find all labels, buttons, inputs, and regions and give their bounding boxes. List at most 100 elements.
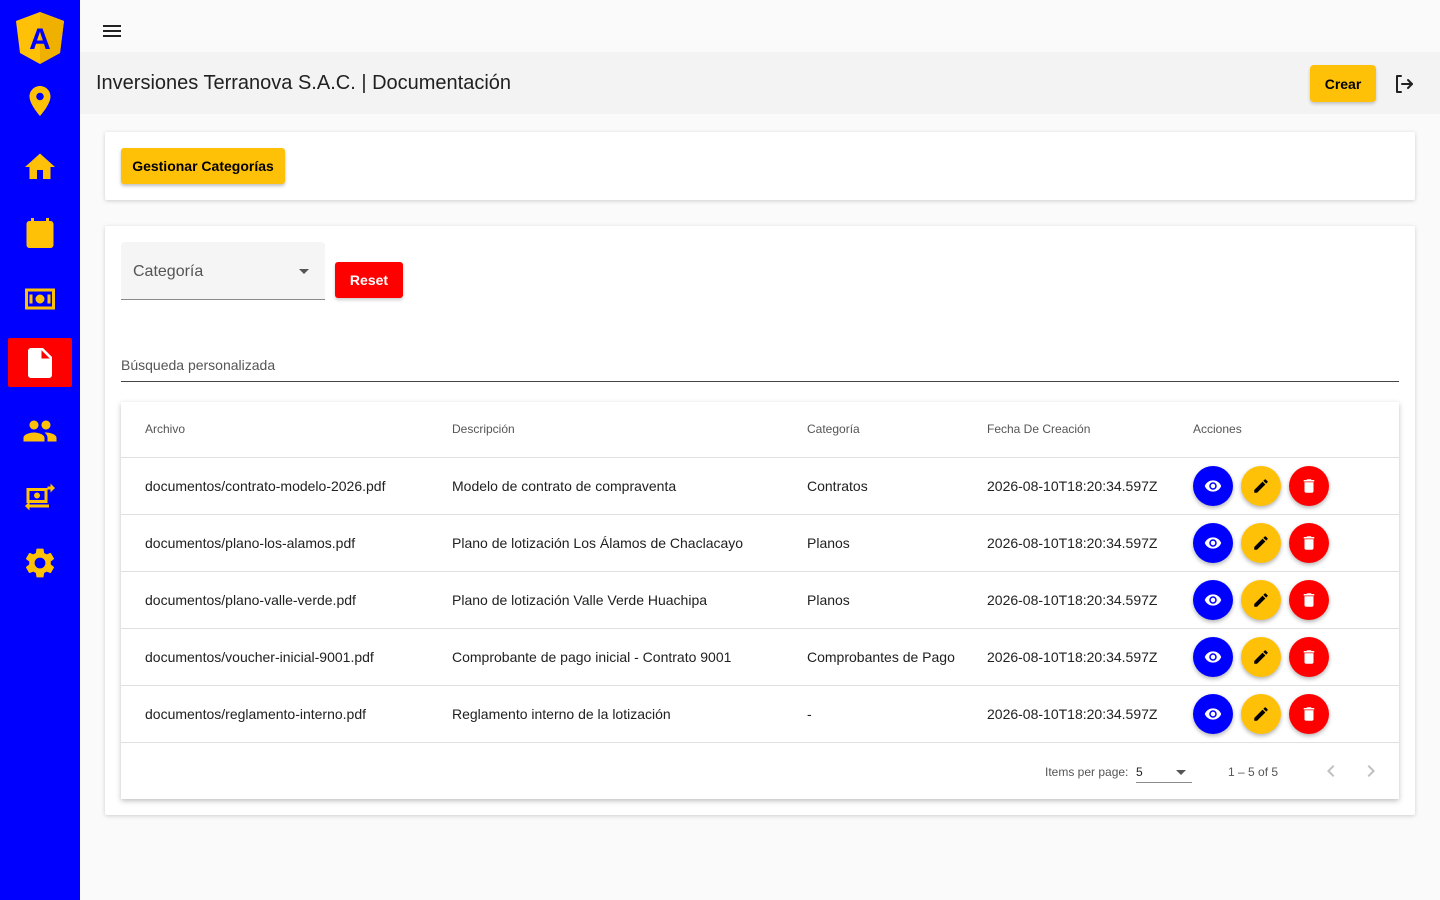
edit-button[interactable] xyxy=(1241,466,1281,506)
sidebar-item-users[interactable] xyxy=(8,406,72,455)
sidebar: A xyxy=(0,0,80,900)
page-header: Inversiones Terranova S.A.C. | Documenta… xyxy=(80,52,1440,114)
home-icon xyxy=(25,153,55,179)
next-page-button[interactable] xyxy=(1359,759,1383,783)
pencil-icon xyxy=(1252,705,1270,723)
column-header-archivo[interactable]: Archivo xyxy=(145,422,185,436)
chevron-down-icon xyxy=(1176,770,1186,775)
delete-button[interactable] xyxy=(1289,523,1329,563)
calendar-icon xyxy=(26,217,54,248)
edit-button[interactable] xyxy=(1241,694,1281,734)
cell-archivo: documentos/contrato-modelo-2026.pdf xyxy=(145,478,386,494)
money-icon xyxy=(25,288,55,309)
manage-categories-button[interactable]: Gestionar Categorías xyxy=(121,148,285,184)
pencil-icon xyxy=(1252,648,1270,666)
eye-icon xyxy=(1204,591,1222,609)
location-pin-icon xyxy=(29,85,51,116)
column-header-categoria[interactable]: Categoría xyxy=(807,422,860,436)
delete-button[interactable] xyxy=(1289,466,1329,506)
view-button[interactable] xyxy=(1193,637,1233,677)
column-header-descripcion[interactable]: Descripción xyxy=(452,422,515,436)
column-header-fecha[interactable]: Fecha De Creación xyxy=(987,422,1090,436)
row-actions xyxy=(1193,637,1329,677)
row-actions xyxy=(1193,523,1329,563)
trash-icon xyxy=(1300,591,1318,609)
search-input[interactable] xyxy=(121,348,1399,382)
categories-card: Gestionar Categorías xyxy=(105,132,1415,200)
cell-descripcion: Plano de lotización Valle Verde Huachipa xyxy=(452,592,708,608)
row-actions xyxy=(1193,694,1329,734)
table-row: documentos/voucher-inicial-9001.pdf Compr… xyxy=(121,629,1399,686)
documents-table: Archivo Descripción Categoría Fecha De C… xyxy=(121,402,1399,799)
cell-categoria: Planos xyxy=(807,535,850,551)
items-per-page-label: Items per page: xyxy=(1045,765,1129,779)
table-row: documentos/reglamento-interno.pdf Reglame… xyxy=(121,686,1399,743)
row-actions xyxy=(1193,580,1329,620)
cell-categoria: Planos xyxy=(807,592,850,608)
cell-fecha: 2026-08-10T18:20:34.597Z xyxy=(987,478,1158,494)
table-row: documentos/plano-los-alamos.pdf Plano de … xyxy=(121,515,1399,572)
category-select-label: Categoría xyxy=(133,263,204,280)
top-bar xyxy=(80,0,1440,52)
logout-icon[interactable] xyxy=(1392,72,1416,96)
gear-icon xyxy=(25,548,55,577)
items-per-page-select[interactable]: 5 xyxy=(1136,761,1192,783)
edit-button[interactable] xyxy=(1241,523,1281,563)
sidebar-item-locations[interactable] xyxy=(8,76,72,125)
category-select[interactable]: Categoría xyxy=(121,242,325,300)
cell-fecha: 2026-08-10T18:20:34.597Z xyxy=(987,592,1158,608)
sidebar-item-home[interactable] xyxy=(8,142,72,191)
delete-button[interactable] xyxy=(1289,694,1329,734)
pencil-icon xyxy=(1252,477,1270,495)
column-header-acciones: Acciones xyxy=(1193,422,1242,436)
row-actions xyxy=(1193,466,1329,506)
page-range-label: 1 – 5 of 5 xyxy=(1228,765,1279,779)
logo-letter: A xyxy=(29,23,51,56)
edit-button[interactable] xyxy=(1241,580,1281,620)
menu-icon[interactable] xyxy=(100,22,124,46)
paginator: Items per page: 5 1 – 5 of 5 xyxy=(121,743,1399,799)
edit-button[interactable] xyxy=(1241,637,1281,677)
currency-exchange-icon xyxy=(25,483,55,510)
view-button[interactable] xyxy=(1193,580,1233,620)
table-header: Archivo Descripción Categoría Fecha De C… xyxy=(121,402,1399,458)
create-button[interactable]: Crear xyxy=(1310,65,1376,102)
view-button[interactable] xyxy=(1193,523,1233,563)
cell-archivo: documentos/plano-valle-verde.pdf xyxy=(145,592,356,608)
document-icon xyxy=(28,347,52,378)
trash-icon xyxy=(1300,705,1318,723)
reset-button[interactable]: Reset xyxy=(335,262,403,298)
sidebar-item-settings[interactable] xyxy=(8,538,72,587)
view-button[interactable] xyxy=(1193,466,1233,506)
trash-icon xyxy=(1300,648,1318,666)
view-button[interactable] xyxy=(1193,694,1233,734)
documents-card: Categoría Reset Archivo Descripción Cate… xyxy=(105,226,1415,815)
eye-icon xyxy=(1204,648,1222,666)
chevron-right-icon xyxy=(1367,765,1375,777)
cell-descripcion: Comprobante de pago inicial - Contrato 9… xyxy=(452,649,732,665)
eye-icon xyxy=(1204,705,1222,723)
cell-descripcion: Modelo de contrato de compraventa xyxy=(452,478,677,494)
previous-page-button[interactable] xyxy=(1319,759,1343,783)
cell-archivo: documentos/plano-los-alamos.pdf xyxy=(145,535,356,551)
pencil-icon xyxy=(1252,534,1270,552)
cell-categoria: - xyxy=(807,706,812,722)
chevron-left-icon xyxy=(1327,765,1335,777)
angular-logo: A xyxy=(16,12,64,64)
delete-button[interactable] xyxy=(1289,580,1329,620)
pencil-icon xyxy=(1252,591,1270,609)
chevron-down-icon xyxy=(299,269,309,274)
sidebar-item-documents[interactable] xyxy=(8,338,72,387)
cell-descripcion: Plano de lotización Los Álamos de Chacla… xyxy=(452,535,744,551)
eye-icon xyxy=(1204,534,1222,552)
sidebar-item-calendar[interactable] xyxy=(8,208,72,257)
sidebar-item-exchange[interactable] xyxy=(8,472,72,521)
cell-archivo: documentos/reglamento-interno.pdf xyxy=(145,706,367,722)
cell-archivo: documentos/voucher-inicial-9001.pdf xyxy=(145,649,374,665)
eye-icon xyxy=(1204,477,1222,495)
sidebar-item-payments[interactable] xyxy=(8,274,72,323)
cell-descripcion: Reglamento interno de la lotización xyxy=(452,706,671,722)
cell-fecha: 2026-08-10T18:20:34.597Z xyxy=(987,706,1158,722)
delete-button[interactable] xyxy=(1289,637,1329,677)
page-title: Inversiones Terranova S.A.C. | Documenta… xyxy=(96,72,512,94)
